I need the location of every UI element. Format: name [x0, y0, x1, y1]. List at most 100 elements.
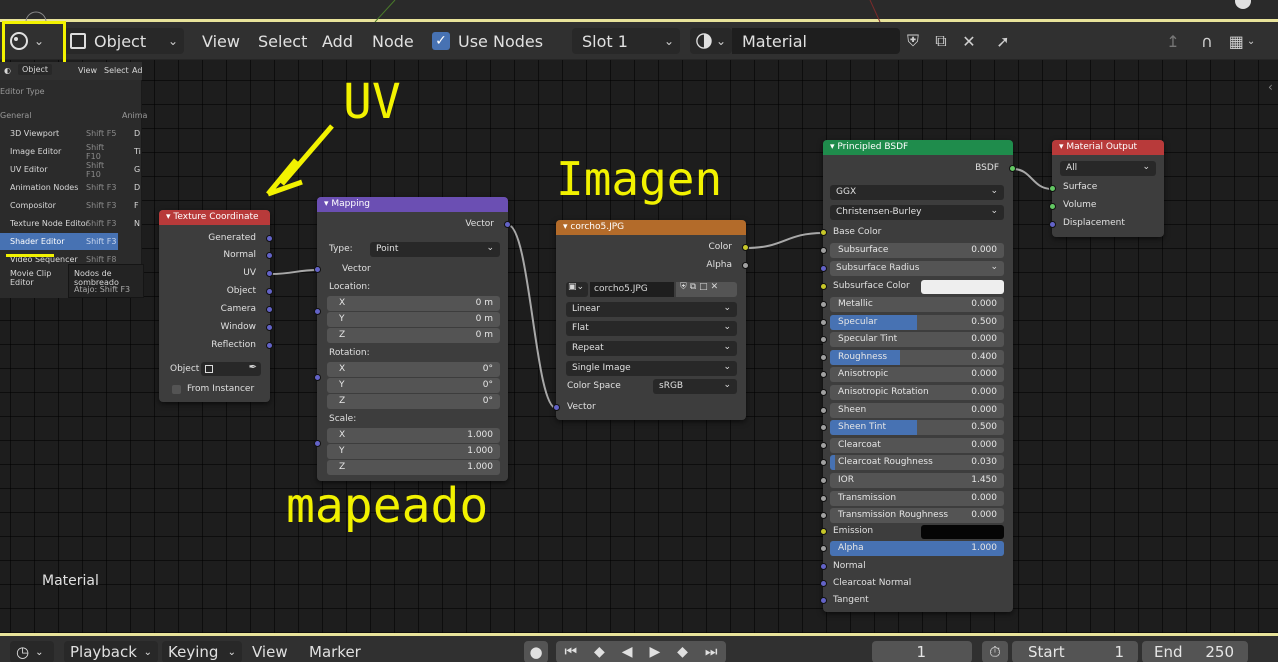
socket-color-out[interactable] — [742, 244, 749, 251]
socket-param[interactable] — [820, 441, 827, 449]
scale-y-field[interactable]: Y 1.000 — [327, 444, 500, 459]
end-frame-field[interactable]: End 250 — [1142, 641, 1248, 662]
param-field-clearcoat-roughness[interactable]: Clearcoat Roughness 0.030 — [830, 455, 1004, 471]
prev-keyframe-icon[interactable]: ◆ — [594, 644, 605, 660]
interpolation-dropdown[interactable]: Linear ⌄ — [566, 302, 737, 317]
socket-subsurface-radius[interactable] — [820, 265, 827, 272]
param-field-sheen-tint[interactable]: Sheen Tint 0.500 — [830, 420, 1004, 436]
param-field-clearcoat[interactable]: Clearcoat 0.000 — [830, 437, 1004, 453]
socket-volume[interactable] — [1049, 203, 1056, 210]
extension-dropdown[interactable]: Repeat ⌄ — [566, 341, 737, 356]
socket-rotation[interactable] — [314, 374, 321, 381]
type-dropdown[interactable]: Point ⌄ — [370, 242, 500, 257]
jump-start-icon[interactable]: ⏮ — [564, 644, 577, 660]
rotation-x-field[interactable]: X 0° — [327, 362, 500, 377]
timeline-menu-view[interactable]: View — [252, 641, 288, 662]
distribution-dropdown[interactable]: GGX ⌄ — [830, 185, 1004, 200]
param-field-ior[interactable]: IOR 1.450 — [830, 473, 1004, 488]
location-z-field[interactable]: Z 0 m — [327, 328, 500, 343]
socket-generated[interactable] — [266, 235, 273, 242]
socket-param[interactable] — [820, 336, 827, 344]
socket-param[interactable] — [820, 301, 827, 308]
keying-menu[interactable]: Keying ⌄ — [162, 641, 242, 662]
socket-displacement[interactable] — [1049, 221, 1056, 228]
from-instancer-checkbox[interactable] — [172, 385, 181, 394]
param-field-specular[interactable]: Specular 0.500 — [830, 314, 1004, 330]
socket-base-color[interactable] — [820, 229, 827, 236]
image-actions-icons[interactable]: ⛨⧉□✕ — [676, 282, 737, 297]
next-keyframe-icon[interactable]: ◆ — [677, 644, 688, 660]
socket-param[interactable] — [820, 318, 827, 326]
subsurface-method-dropdown[interactable]: Christensen-Burley ⌄ — [830, 205, 1004, 220]
socket-subsurface-color[interactable] — [820, 283, 827, 290]
socket-location[interactable] — [314, 308, 321, 315]
socket-bsdf-out[interactable] — [1009, 165, 1016, 172]
socket-param[interactable] — [820, 353, 827, 361]
current-frame-field[interactable]: 1 — [872, 641, 972, 662]
rotation-y-field[interactable]: Y 0° — [327, 378, 500, 393]
node-header[interactable]: ▾ Principled BSDF — [823, 140, 1013, 155]
socket-vector-in[interactable] — [314, 266, 321, 273]
socket-param[interactable] — [820, 371, 827, 379]
socket-param[interactable] — [820, 494, 827, 502]
alpha-field[interactable]: Alpha 1.000 — [830, 541, 1004, 556]
socket-normal[interactable] — [820, 563, 827, 570]
scale-z-field[interactable]: Z 1.000 — [327, 460, 500, 475]
emission-color-swatch[interactable] — [921, 525, 1004, 539]
param-field-metallic[interactable]: Metallic 0.000 — [830, 297, 1004, 312]
principled-bsdf-node[interactable]: ▾ Principled BSDF BSDF GGX ⌄ Christensen-… — [820, 140, 1016, 612]
socket-surface[interactable] — [1049, 185, 1056, 192]
param-field-transmission-roughness[interactable]: Transmission Roughness 0.000 — [830, 508, 1004, 524]
socket-param[interactable] — [820, 424, 827, 432]
socket-alpha[interactable] — [820, 545, 827, 552]
rotation-z-field[interactable]: Z 0° — [327, 394, 500, 409]
subsurface-field[interactable]: Subsurface 0.000 — [830, 243, 1004, 258]
subsurface-color-swatch[interactable] — [921, 280, 1004, 294]
color-space-dropdown[interactable]: sRGB ⌄ — [653, 379, 737, 394]
image-texture-node[interactable]: ▾ corcho5.JPG Color Alpha ▣⌄ corcho5.JPG… — [553, 220, 749, 420]
param-field-sheen[interactable]: Sheen 0.000 — [830, 402, 1004, 418]
use-preview-range-button[interactable]: ⏱ — [982, 641, 1008, 662]
socket-uv[interactable] — [266, 270, 273, 277]
texture-coordinate-node[interactable]: ▾ Texture Coordinate Generated Normal UV… — [159, 210, 273, 402]
start-frame-field[interactable]: Start 1 — [1012, 641, 1138, 662]
socket-camera[interactable] — [266, 306, 273, 313]
eyedropper-icon[interactable]: ✒ — [249, 362, 257, 373]
socket-window[interactable] — [266, 324, 273, 331]
projection-dropdown[interactable]: Flat ⌄ — [566, 321, 737, 336]
timeline-menu-marker[interactable]: Marker — [309, 641, 361, 662]
timeline-editor-type-button[interactable]: ◷ ⌄ — [10, 641, 54, 662]
node-header[interactable]: ▾ Texture Coordinate — [159, 210, 270, 225]
node-header[interactable]: ▾ Material Output — [1052, 140, 1164, 155]
param-field-roughness[interactable]: Roughness 0.400 — [830, 349, 1004, 365]
record-button[interactable]: ● — [524, 641, 548, 662]
source-dropdown[interactable]: Single Image ⌄ — [566, 361, 737, 376]
object-picker-field[interactable]: ✒ — [201, 362, 261, 376]
socket-subsurface[interactable] — [820, 247, 827, 254]
socket-vector-in[interactable] — [553, 404, 560, 411]
socket-normal[interactable] — [266, 252, 273, 259]
playback-menu[interactable]: Playback ⌄ — [64, 641, 158, 662]
socket-param[interactable] — [820, 477, 827, 484]
param-field-anisotropic-rotation[interactable]: Anisotropic Rotation 0.000 — [830, 385, 1004, 400]
output-target-dropdown[interactable]: All ⌄ — [1060, 161, 1156, 176]
scale-x-field[interactable]: X 1.000 — [327, 428, 500, 443]
play-icon[interactable]: ▶ — [649, 644, 660, 660]
node-header[interactable]: ▾ Mapping — [317, 197, 508, 212]
image-browse-icon[interactable]: ▣⌄ — [566, 282, 588, 297]
subsurface-radius-field[interactable]: Subsurface Radius ⌄ — [830, 261, 1004, 276]
socket-clearcoat-normal[interactable] — [820, 580, 827, 587]
socket-param[interactable] — [820, 459, 827, 467]
location-x-field[interactable]: X 0 m — [327, 296, 500, 311]
socket-alpha-out[interactable] — [742, 262, 749, 269]
socket-tangent[interactable] — [820, 597, 827, 604]
material-output-node[interactable]: ▾ Material Output All ⌄ Surface Volume Di… — [1049, 140, 1164, 237]
image-name[interactable]: corcho5.JPG — [590, 282, 674, 297]
param-field-transmission[interactable]: Transmission 0.000 — [830, 490, 1004, 506]
mapping-node[interactable]: ▾ Mapping Vector Type: Point ⌄ Vector Loc… — [314, 197, 511, 481]
socket-object[interactable] — [266, 288, 273, 295]
image-selector[interactable]: ▣⌄ corcho5.JPG ⛨⧉□✕ — [566, 282, 737, 297]
socket-scale[interactable] — [314, 440, 321, 447]
node-header[interactable]: ▾ corcho5.JPG — [556, 220, 746, 235]
socket-reflection[interactable] — [266, 342, 273, 349]
